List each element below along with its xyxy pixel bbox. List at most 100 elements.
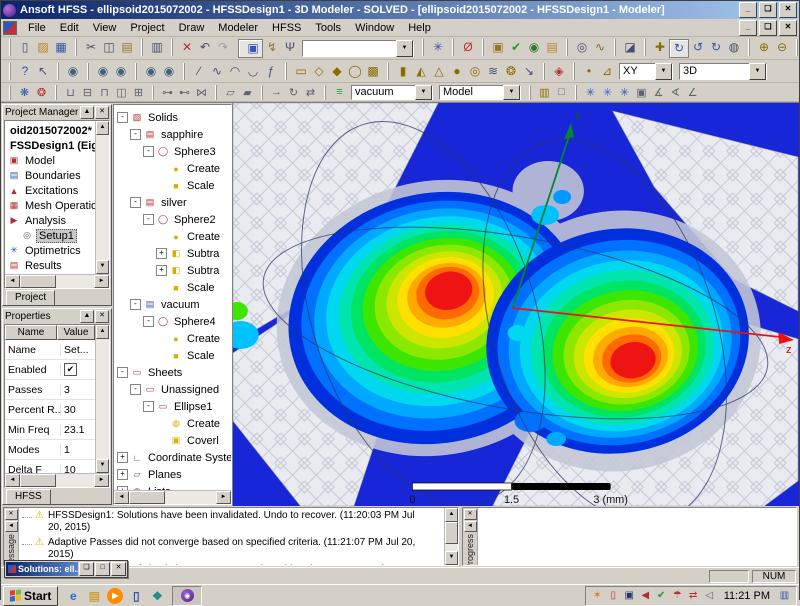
message-item[interactable]: ⚠ HFSSDesign1: Solutions have been inval… <box>19 509 444 536</box>
3d-viewport[interactable]: x z 0 1.5 3 (mm) <box>232 103 799 506</box>
measure-corner-icon[interactable]: ∠ <box>684 85 701 100</box>
expand-toggle-icon[interactable]: + <box>117 452 128 463</box>
column-header-name[interactable]: Name <box>5 325 57 340</box>
scrollbar-thumb[interactable] <box>20 275 56 288</box>
separate-icon[interactable]: ⊞ <box>130 85 147 100</box>
pan-icon[interactable]: ✚ <box>645 39 669 56</box>
tray-network-icon[interactable]: ⇄ <box>687 590 700 601</box>
expand-toggle-icon[interactable]: - <box>130 299 141 310</box>
delete-icon[interactable]: ✕ <box>172 39 196 56</box>
measure-arc-icon[interactable]: ∢ <box>667 85 684 100</box>
measure-angle-icon[interactable]: ∡ <box>650 85 667 100</box>
model-tree-item[interactable]: - ▤ silver <box>114 194 231 211</box>
draw-line-icon[interactable]: ∕ <box>184 63 208 80</box>
project-tree-item[interactable]: ▤ Results <box>5 258 95 273</box>
tray-avira-icon[interactable]: ☂ <box>671 590 684 601</box>
tray-volume2-icon[interactable]: ◁ <box>703 590 716 601</box>
model-tree-item[interactable]: + ∟ Coordinate System <box>114 449 231 466</box>
zoom-in-area-icon[interactable]: ⊕ <box>749 39 773 56</box>
flower-icon[interactable]: ❋ <box>10 85 33 100</box>
menu-item[interactable]: Draw <box>172 21 212 35</box>
layers-icon[interactable]: ≡ <box>325 85 348 100</box>
project-tree-item[interactable]: ▦ Mesh Operations <box>5 198 95 213</box>
scroll-up-icon[interactable]: ▲ <box>96 325 109 339</box>
new-document-icon[interactable]: ▯ <box>10 39 34 56</box>
close-panel-icon[interactable]: ✕ <box>95 106 109 119</box>
close-button[interactable]: ✕ <box>779 2 797 18</box>
solids-display-icon[interactable]: ▥ <box>530 85 553 100</box>
scroll-down-icon[interactable]: ▼ <box>96 260 109 274</box>
restore-button[interactable]: ❏ <box>79 562 94 576</box>
chevron-down-icon[interactable]: ▼ <box>396 40 413 57</box>
model-tree-item[interactable]: ▣ Coverl <box>114 432 231 449</box>
model-tree-hscrollbar[interactable]: ◄ ► <box>114 490 231 504</box>
close-button[interactable]: ✕ <box>111 562 126 576</box>
expand-toggle-icon[interactable]: - <box>130 129 141 140</box>
scrollbar-thumb[interactable] <box>445 522 458 544</box>
draw-plane-icon[interactable]: ⊿ <box>598 63 616 80</box>
scrollbar-thumb[interactable] <box>129 491 165 504</box>
tray-update-icon[interactable]: ✶ <box>591 590 604 601</box>
object-cs-icon[interactable]: ✳ <box>616 85 633 100</box>
zoom-out-area-icon[interactable]: ⊖ <box>773 39 791 56</box>
model-tree-item[interactable]: ■ Scale <box>114 177 231 194</box>
view-mode-combobox[interactable]: 3D ▼ <box>679 63 767 80</box>
project-tree-item[interactable]: ▶ Analysis <box>5 213 95 228</box>
media-player-icon[interactable]: ▶ <box>107 588 123 604</box>
close-panel-icon[interactable]: ✕ <box>464 509 477 520</box>
project-tree-item[interactable]: ▣ Model <box>5 153 95 168</box>
draw-arc-3pt-icon[interactable]: ◡ <box>244 63 262 80</box>
zoom-fit-icon[interactable]: ◎ <box>567 39 591 56</box>
model-tree-item[interactable]: - ▧ Solids <box>114 109 231 126</box>
model-tree-item[interactable]: + ◧ Subtra <box>114 262 231 279</box>
project-tree-item[interactable]: ▲ Excitations <box>5 183 95 198</box>
project-tree-item[interactable]: FSSDesign1 (Eige <box>5 138 95 153</box>
compass-icon[interactable]: ❂ <box>33 85 50 100</box>
menu-item[interactable]: Edit <box>53 21 86 35</box>
expand-toggle-icon[interactable]: + <box>117 469 128 480</box>
rotate-view-icon[interactable]: ↻ <box>669 39 689 58</box>
chevron-down-icon[interactable]: ▼ <box>655 63 672 80</box>
section-icon[interactable]: ▱ <box>216 85 239 100</box>
expand-toggle-icon[interactable]: - <box>143 316 154 327</box>
solutions-window-titlebar[interactable]: Solutions: ell... <box>6 562 78 576</box>
expand-toggle-icon[interactable]: + <box>156 265 167 276</box>
solutions-mini-window[interactable]: Solutions: ell... ❏□✕ <box>4 560 128 578</box>
cut-icon[interactable]: ✂ <box>76 39 100 56</box>
model-tree-item[interactable]: + ◧ Subtra <box>114 245 231 262</box>
copy-icon[interactable]: ◫ <box>100 39 118 56</box>
solve-setup-combobox[interactable]: ▼ <box>302 40 414 57</box>
model-tree-item[interactable]: ◍ Create <box>114 415 231 432</box>
minimize-button[interactable]: _ <box>739 2 757 18</box>
draw-spiral-icon[interactable]: ❂ <box>502 63 520 80</box>
menu-item[interactable]: Project <box>123 21 171 35</box>
save-icon[interactable]: ▦ <box>52 39 70 56</box>
scroll-right-icon[interactable]: ► <box>216 491 231 504</box>
scroll-right-icon[interactable]: ► <box>94 275 109 288</box>
results-icon[interactable]: ▤ <box>543 39 561 56</box>
collapse-left-icon[interactable]: ◄ <box>5 521 18 532</box>
close-panel-icon[interactable]: ✕ <box>95 310 109 323</box>
visibility-icon[interactable]: ◉ <box>58 63 82 80</box>
draw-polyhedron-icon[interactable]: ◭ <box>412 63 430 80</box>
modeler-window-icon[interactable] <box>3 21 17 35</box>
paste-icon[interactable]: ▤ <box>118 39 136 56</box>
view-rotate-cw-icon[interactable]: ◉ <box>88 63 112 80</box>
open-region-icon[interactable]: □ <box>553 85 570 100</box>
draw-cylinder-icon[interactable]: ▮ <box>388 63 412 80</box>
connect-icon[interactable]: ▰ <box>239 85 256 100</box>
move-icon[interactable]: → <box>262 85 285 100</box>
intersect-icon[interactable]: ⊓ <box>96 85 113 100</box>
desktop-icon[interactable]: ▣ <box>238 39 263 58</box>
menu-item[interactable]: Window <box>348 21 401 35</box>
relative-cs-icon[interactable]: ✳ <box>576 85 599 100</box>
chevron-down-icon[interactable]: ▼ <box>415 85 432 100</box>
chevron-down-icon[interactable]: ▼ <box>749 63 766 80</box>
dynamic-zoom-icon[interactable]: ◍ <box>725 39 743 56</box>
material-combobox[interactable]: vacuum ▼ <box>351 85 433 100</box>
close-panel-icon[interactable]: ✕ <box>5 509 18 520</box>
tray-display-icon[interactable]: ▣ <box>623 590 636 601</box>
draw-helix-icon[interactable]: ≋ <box>484 63 502 80</box>
scroll-down-icon[interactable]: ▼ <box>96 459 109 473</box>
menu-item[interactable]: Tools <box>308 21 348 35</box>
